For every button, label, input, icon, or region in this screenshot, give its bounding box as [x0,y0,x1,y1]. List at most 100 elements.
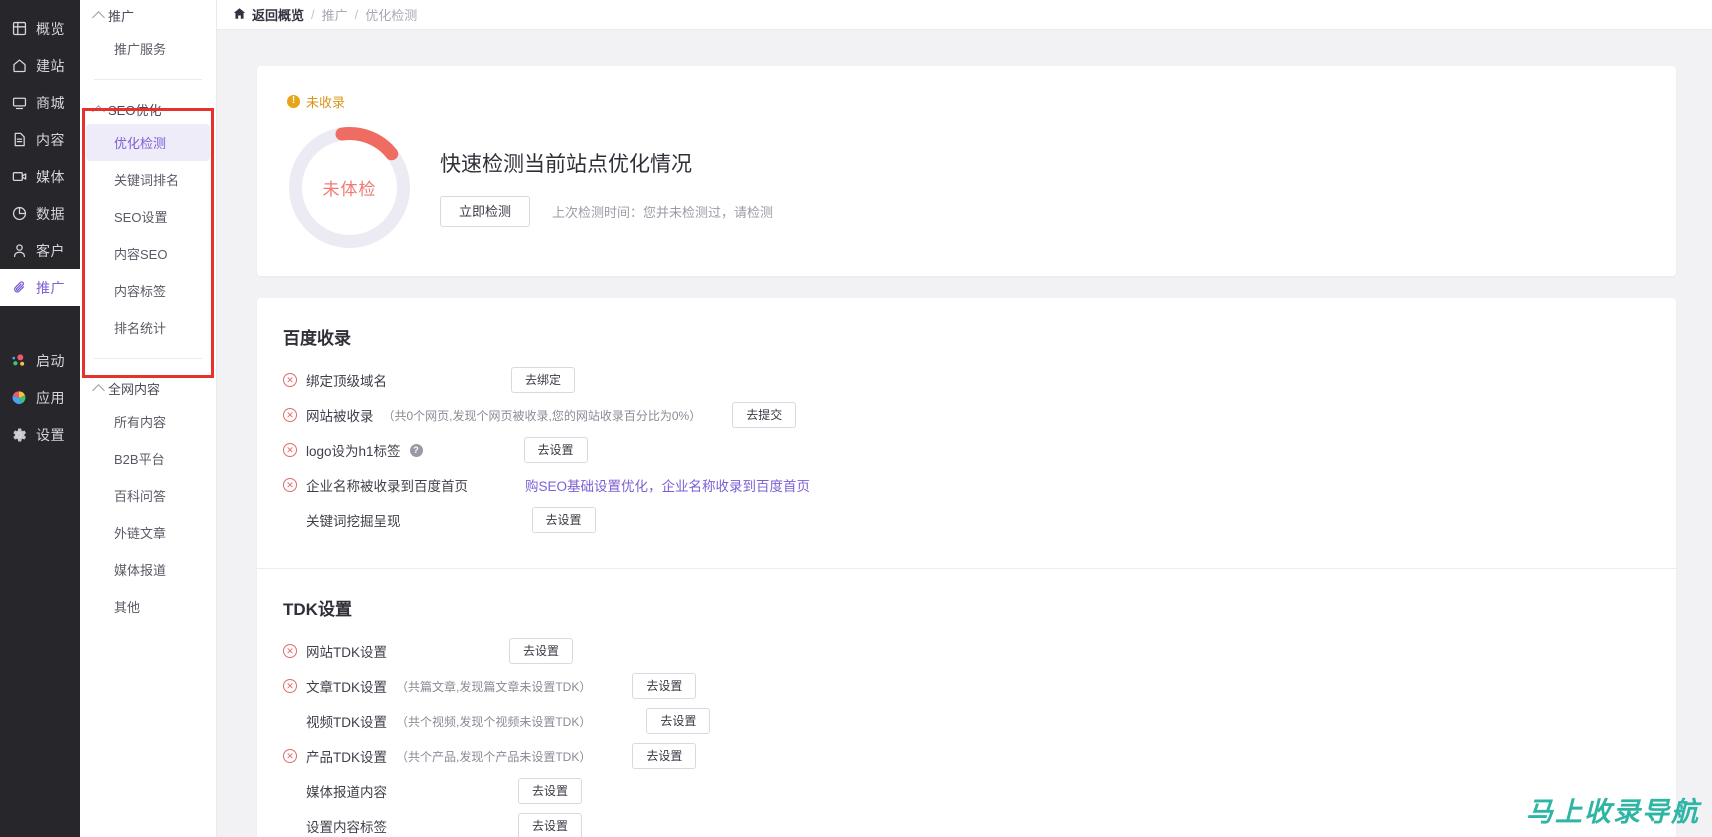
empty-status-icon [283,784,297,798]
breadcrumb-separator-2: / [354,7,359,22]
checklist-label: logo设为h1标签 [306,444,401,459]
chevron-up-icon [92,10,105,24]
rail-item-媒体[interactable]: 媒体 [0,158,80,195]
empty-status-icon [283,513,297,527]
rail-item-设置[interactable]: 设置 [0,416,80,453]
sidebar-item-优化检测[interactable]: 优化检测 [86,124,210,161]
sidebar-item-B2B平台[interactable]: B2B平台 [86,440,210,477]
home-icon [10,57,28,75]
breadcrumb-separator-1: / [311,7,315,22]
breadcrumb-item-promotion[interactable]: 推广 [322,5,348,24]
checklist-action-slot: 去设置 [632,673,697,699]
shop-icon [10,94,28,112]
checklist-row: ✕ 网站被收录 （共0个网页,发现个网页被收录,您的网站收录百分比为0%） 去提交 [283,398,1646,433]
sidebar-item-关键词排名[interactable]: 关键词排名 [86,161,210,198]
checklist-action-button[interactable]: 去设置 [632,743,697,769]
sidebar-item-内容标签[interactable]: 内容标签 [86,272,210,309]
checklist-action-button[interactable]: 去设置 [518,778,583,804]
video-icon [10,168,28,186]
checklist-label: 网站被收录 [306,409,374,424]
fail-status-icon: ✕ [283,478,297,492]
sidebar-item-外链文章[interactable]: 外链文章 [86,514,210,551]
status-badge: ! 未收录 [287,92,345,111]
hero-action-row: 立即检测 上次检测时间：您并未检测过，请检测 [440,195,774,227]
sidebar-item-媒体报道[interactable]: 媒体报道 [86,551,210,588]
fail-status-icon: ✕ [283,443,297,457]
subnav-divider [94,358,202,359]
subnav-group-推广[interactable]: 推广 [80,0,216,30]
last-check-hint: 上次检测时间：您并未检测过，请检测 [552,204,774,220]
rail-item-应用[interactable]: 应用 [0,379,80,416]
checklist-label: 企业名称被收录到百度首页 [306,479,468,494]
user-icon [10,242,28,260]
baidu-section-title: 百度收录 [283,328,351,348]
rail-item-数据[interactable]: 数据 [0,195,80,232]
sidebar-item-SEO设置[interactable]: SEO设置 [86,198,210,235]
health-gauge: 未体检 [287,125,412,250]
sidebar-item-label: 外链文章 [114,526,167,541]
checklist-action-slot: 去设置 [518,778,583,804]
chevron-up-icon [92,383,105,397]
sidebar-item-百科问答[interactable]: 百科问答 [86,477,210,514]
page-title: 快速检测当前站点优化情况 [440,152,692,176]
sidebar-item-label: 关键词排名 [114,173,180,188]
app-root: 概览 建站 商城 内容 媒体 数据 客户 推广 启动 应用 设置 推广 推广服务 SEO优化 优化检测关… [0,0,1712,837]
checklist-action-button[interactable]: 去提交 [732,402,797,428]
sidebar-item-label: 其他 [114,600,141,615]
checklist-action-slot: 去设置 [632,743,697,769]
sidebar-item-推广服务[interactable]: 推广服务 [86,30,210,67]
checklist-row: ✕ 企业名称被收录到百度首页 购SEO基础设置优化，企业名称收录到百度首页 [283,468,1646,503]
rail-item-内容[interactable]: 内容 [0,121,80,158]
sidebar-item-内容SEO[interactable]: 内容SEO [86,235,210,272]
checklist-label: 媒体报道内容 [306,785,387,800]
checklist-row: 媒体报道内容 去设置 [283,774,1646,809]
checklist-action-button[interactable]: 去绑定 [511,367,576,393]
subnav-group-SEO优化[interactable]: SEO优化 [80,94,216,124]
content-scroll-area[interactable]: ! 未收录 未体检 快速检测当前站点优化情况 立即检测 上次检测时间：您并未检测… [217,30,1712,837]
subnav-divider [94,79,202,80]
rail-item-label: 推广 [36,279,65,296]
sidebar-item-label: 所有内容 [114,415,167,430]
rail-item-商城[interactable]: 商城 [0,84,80,121]
checklist-action-slot: 去设置 [531,507,596,533]
checklist-label: 关键词挖掘呈现 [306,514,401,529]
checklist-action-button[interactable]: 去设置 [646,708,711,734]
checklist-action-slot: 去提交 [732,402,797,428]
rail-item-客户[interactable]: 客户 [0,232,80,269]
subnav-group-label: SEO优化 [108,102,162,118]
rail-item-建站[interactable]: 建站 [0,47,80,84]
checklist-action-button[interactable]: 去设置 [523,437,588,463]
checklist-action-slot: 去设置 [518,813,583,837]
gear-icon [10,426,28,444]
sidebar-item-所有内容[interactable]: 所有内容 [86,403,210,440]
home-icon [233,7,246,23]
baidu-section: 百度收录 ✕ 绑定顶级域名 去绑定 ✕ 网站被收录 （共0个网页,发现个网页被收录,您的网… [257,298,1676,556]
document-icon [10,131,28,149]
start-detection-button[interactable]: 立即检测 [440,195,531,227]
help-icon[interactable]: ? [409,443,423,457]
sidebar-item-其他[interactable]: 其他 [86,588,210,625]
checklist-row: 视频TDK设置 （共个视频,发现个视频未设置TDK） 去设置 [283,704,1646,739]
checklist-action-button[interactable]: 去设置 [531,507,596,533]
checklist-row: ✕ 文章TDK设置 （共篇文章,发现篇文章未设置TDK） 去设置 [283,669,1646,704]
checklist-row: 关键词挖掘呈现 去设置 [283,503,1646,538]
rail-item-概览[interactable]: 概览 [0,10,80,47]
subnav-group-全网内容[interactable]: 全网内容 [80,373,216,403]
fail-status-icon: ✕ [283,679,297,693]
chevron-up-icon [92,104,105,118]
breadcrumb-home[interactable]: 返回概览 [233,5,304,24]
sidebar-item-label: 内容标签 [114,284,167,299]
checklist-action-button[interactable]: 去设置 [509,638,574,664]
sidebar-item-label: B2B平台 [114,452,165,467]
checklist-action-button[interactable]: 去设置 [518,813,583,837]
sidebar-item-排名统计[interactable]: 排名统计 [86,309,210,346]
checklist-action-button[interactable]: 去设置 [632,673,697,699]
subnav-group-label: 推广 [108,8,135,24]
buy-seo-optimization-link[interactable]: 购SEO基础设置优化，企业名称收录到百度首页 [525,479,810,494]
rail-item-label: 概览 [36,20,65,37]
rail-item-推广[interactable]: 推广 [0,269,80,306]
rail-item-启动[interactable]: 启动 [0,342,80,379]
checklist-row: 设置内容标签 去设置 [283,809,1646,837]
checklist-action-slot: 去设置 [509,638,574,664]
checklist-label: 文章TDK设置 [306,680,387,695]
